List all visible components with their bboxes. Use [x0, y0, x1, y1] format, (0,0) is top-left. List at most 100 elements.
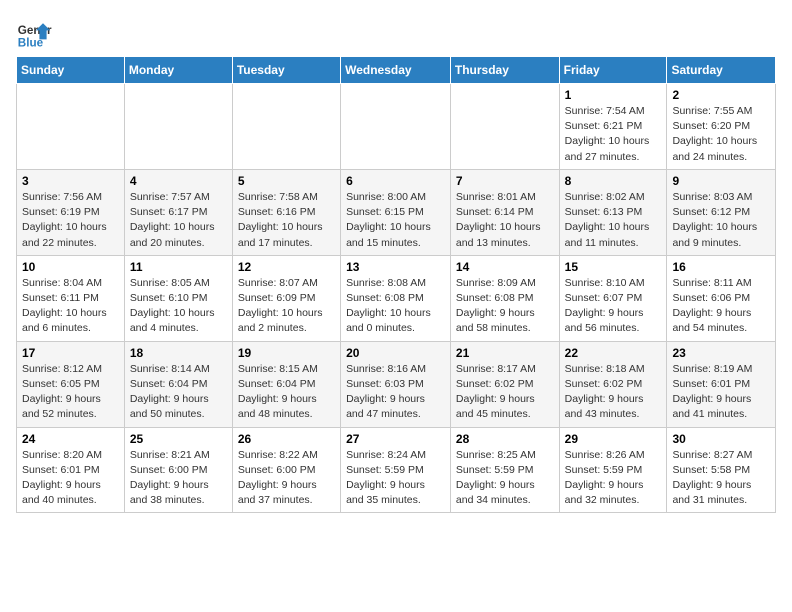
day-number: 12 [238, 260, 335, 274]
day-cell: 6 Sunrise: 8:00 AMSunset: 6:15 PMDaylight… [341, 169, 451, 255]
day-number: 21 [456, 346, 554, 360]
day-info: Sunrise: 8:25 AMSunset: 5:59 PMDaylight:… [456, 448, 554, 509]
day-cell: 4 Sunrise: 7:57 AMSunset: 6:17 PMDaylight… [124, 169, 232, 255]
day-cell: 28 Sunrise: 8:25 AMSunset: 5:59 PMDayligh… [450, 427, 559, 513]
day-info: Sunrise: 8:03 AMSunset: 6:12 PMDaylight:… [672, 190, 770, 251]
day-cell: 10 Sunrise: 8:04 AMSunset: 6:11 PMDayligh… [17, 255, 125, 341]
day-cell: 5Sunrise: 7:58 AMSunset: 6:16 PMDaylight… [232, 169, 340, 255]
week-row-1: 1Sunrise: 7:54 AMSunset: 6:21 PMDaylight… [17, 84, 776, 170]
day-info: Sunrise: 8:08 AMSunset: 6:08 PMDaylight:… [346, 276, 445, 337]
day-cell: 16 Sunrise: 8:11 AMSunset: 6:06 PMDayligh… [667, 255, 776, 341]
day-cell: 19 Sunrise: 8:15 AMSunset: 6:04 PMDayligh… [232, 341, 340, 427]
day-cell [124, 84, 232, 170]
day-info: Sunrise: 8:17 AMSunset: 6:02 PMDaylight:… [456, 362, 554, 423]
day-cell: 18 Sunrise: 8:14 AMSunset: 6:04 PMDayligh… [124, 341, 232, 427]
weekday-header-row: SundayMondayTuesdayWednesdayThursdayFrid… [17, 57, 776, 84]
day-info: Sunrise: 8:02 AMSunset: 6:13 PMDaylight:… [565, 190, 662, 251]
logo-icon: General Blue [16, 16, 52, 52]
weekday-header-saturday: Saturday [667, 57, 776, 84]
day-number: 23 [672, 346, 770, 360]
day-cell: 29 Sunrise: 8:26 AMSunset: 5:59 PMDayligh… [559, 427, 667, 513]
day-cell: 23 Sunrise: 8:19 AMSunset: 6:01 PMDayligh… [667, 341, 776, 427]
day-cell [232, 84, 340, 170]
day-number: 8 [565, 174, 662, 188]
day-number: 13 [346, 260, 445, 274]
day-cell: 7 Sunrise: 8:01 AMSunset: 6:14 PMDaylight… [450, 169, 559, 255]
day-number: 27 [346, 432, 445, 446]
day-info: Sunrise: 8:16 AMSunset: 6:03 PMDaylight:… [346, 362, 445, 423]
day-info: Sunrise: 8:07 AMSunset: 6:09 PMDaylight:… [238, 276, 335, 337]
day-cell [450, 84, 559, 170]
day-cell [17, 84, 125, 170]
weekday-header-tuesday: Tuesday [232, 57, 340, 84]
day-cell: 11Sunrise: 8:05 AMSunset: 6:10 PMDayligh… [124, 255, 232, 341]
day-cell: 3 Sunrise: 7:56 AMSunset: 6:19 PMDaylight… [17, 169, 125, 255]
day-info: Sunrise: 7:56 AMSunset: 6:19 PMDaylight:… [22, 190, 119, 251]
day-cell: 17Sunrise: 8:12 AMSunset: 6:05 PMDayligh… [17, 341, 125, 427]
day-info: Sunrise: 8:11 AMSunset: 6:06 PMDaylight:… [672, 276, 770, 337]
day-number: 20 [346, 346, 445, 360]
day-cell: 21 Sunrise: 8:17 AMSunset: 6:02 PMDayligh… [450, 341, 559, 427]
week-row-4: 17Sunrise: 8:12 AMSunset: 6:05 PMDayligh… [17, 341, 776, 427]
week-row-3: 10 Sunrise: 8:04 AMSunset: 6:11 PMDayligh… [17, 255, 776, 341]
day-info: Sunrise: 8:00 AMSunset: 6:15 PMDaylight:… [346, 190, 445, 251]
day-number: 5 [238, 174, 335, 188]
weekday-header-wednesday: Wednesday [341, 57, 451, 84]
day-number: 17 [22, 346, 119, 360]
day-number: 11 [130, 260, 227, 274]
day-info: Sunrise: 8:20 AMSunset: 6:01 PMDaylight:… [22, 448, 119, 509]
day-cell: 2Sunrise: 7:55 AMSunset: 6:20 PMDaylight… [667, 84, 776, 170]
day-number: 2 [672, 88, 770, 102]
day-number: 7 [456, 174, 554, 188]
day-number: 4 [130, 174, 227, 188]
calendar-body: 1Sunrise: 7:54 AMSunset: 6:21 PMDaylight… [17, 84, 776, 513]
day-number: 18 [130, 346, 227, 360]
weekday-header-thursday: Thursday [450, 57, 559, 84]
day-number: 15 [565, 260, 662, 274]
day-info: Sunrise: 8:22 AMSunset: 6:00 PMDaylight:… [238, 448, 335, 509]
calendar-table: SundayMondayTuesdayWednesdayThursdayFrid… [16, 56, 776, 513]
day-cell: 12 Sunrise: 8:07 AMSunset: 6:09 PMDayligh… [232, 255, 340, 341]
day-info: Sunrise: 7:57 AMSunset: 6:17 PMDaylight:… [130, 190, 227, 251]
day-number: 6 [346, 174, 445, 188]
day-number: 19 [238, 346, 335, 360]
week-row-5: 24 Sunrise: 8:20 AMSunset: 6:01 PMDayligh… [17, 427, 776, 513]
header: General Blue [16, 16, 776, 52]
day-number: 10 [22, 260, 119, 274]
day-cell: 14 Sunrise: 8:09 AMSunset: 6:08 PMDayligh… [450, 255, 559, 341]
day-number: 24 [22, 432, 119, 446]
day-info: Sunrise: 8:26 AMSunset: 5:59 PMDaylight:… [565, 448, 662, 509]
day-cell: 22Sunrise: 8:18 AMSunset: 6:02 PMDayligh… [559, 341, 667, 427]
svg-text:General: General [18, 24, 52, 37]
day-info: Sunrise: 8:21 AMSunset: 6:00 PMDaylight:… [130, 448, 227, 509]
day-cell: 25 Sunrise: 8:21 AMSunset: 6:00 PMDayligh… [124, 427, 232, 513]
day-info: Sunrise: 8:10 AMSunset: 6:07 PMDaylight:… [565, 276, 662, 337]
day-number: 29 [565, 432, 662, 446]
day-number: 16 [672, 260, 770, 274]
weekday-header-friday: Friday [559, 57, 667, 84]
weekday-header-sunday: Sunday [17, 57, 125, 84]
day-info: Sunrise: 8:01 AMSunset: 6:14 PMDaylight:… [456, 190, 554, 251]
day-info: Sunrise: 8:15 AMSunset: 6:04 PMDaylight:… [238, 362, 335, 423]
day-number: 26 [238, 432, 335, 446]
day-info: Sunrise: 8:14 AMSunset: 6:04 PMDaylight:… [130, 362, 227, 423]
day-cell [341, 84, 451, 170]
day-cell: 8 Sunrise: 8:02 AMSunset: 6:13 PMDaylight… [559, 169, 667, 255]
day-number: 3 [22, 174, 119, 188]
day-number: 14 [456, 260, 554, 274]
day-cell: 20 Sunrise: 8:16 AMSunset: 6:03 PMDayligh… [341, 341, 451, 427]
day-number: 22 [565, 346, 662, 360]
day-number: 25 [130, 432, 227, 446]
day-cell: 1Sunrise: 7:54 AMSunset: 6:21 PMDaylight… [559, 84, 667, 170]
day-cell: 30Sunrise: 8:27 AMSunset: 5:58 PMDayligh… [667, 427, 776, 513]
day-number: 28 [456, 432, 554, 446]
day-info: Sunrise: 8:09 AMSunset: 6:08 PMDaylight:… [456, 276, 554, 337]
day-info: Sunrise: 8:04 AMSunset: 6:11 PMDaylight:… [22, 276, 119, 337]
day-info: Sunrise: 8:19 AMSunset: 6:01 PMDaylight:… [672, 362, 770, 423]
day-cell: 9Sunrise: 8:03 AMSunset: 6:12 PMDaylight… [667, 169, 776, 255]
day-cell: 26 Sunrise: 8:22 AMSunset: 6:00 PMDayligh… [232, 427, 340, 513]
day-info: Sunrise: 7:54 AMSunset: 6:21 PMDaylight:… [565, 104, 662, 165]
day-info: Sunrise: 8:24 AMSunset: 5:59 PMDaylight:… [346, 448, 445, 509]
day-cell: 24 Sunrise: 8:20 AMSunset: 6:01 PMDayligh… [17, 427, 125, 513]
day-info: Sunrise: 8:27 AMSunset: 5:58 PMDaylight:… [672, 448, 770, 509]
